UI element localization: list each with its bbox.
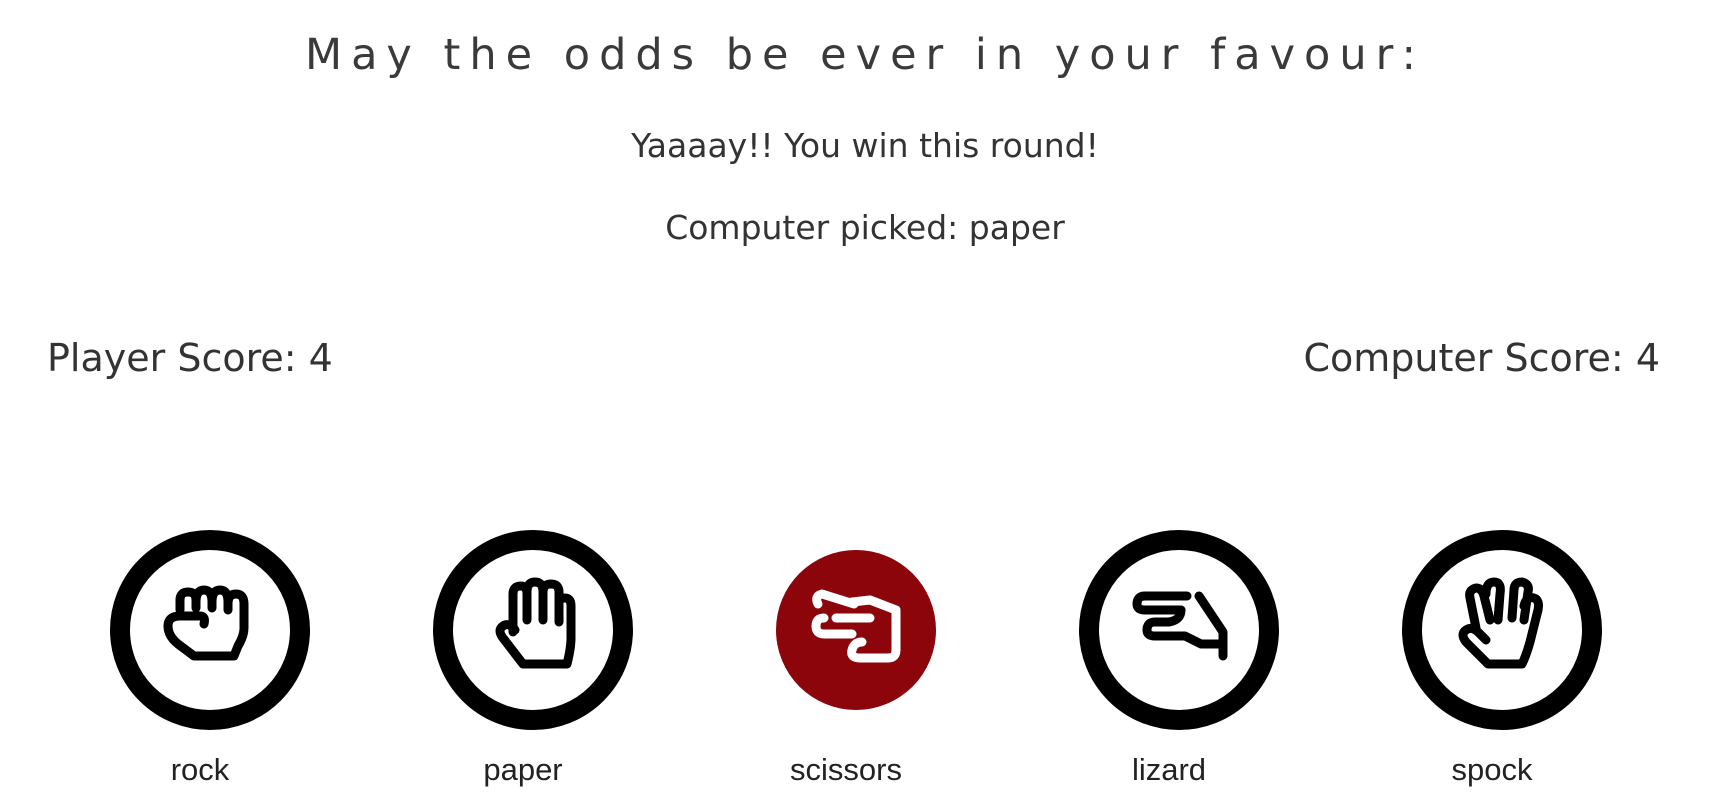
choice-scissors-label: scissors bbox=[790, 752, 902, 787]
computer-pick-value: paper bbox=[968, 208, 1065, 247]
player-score: Player Score: 4 bbox=[47, 336, 333, 380]
choice-paper-label: paper bbox=[483, 752, 563, 787]
choice-lizard-label: lizard bbox=[1131, 752, 1207, 787]
computer-score-value: 4 bbox=[1635, 336, 1660, 380]
lizard-hand-icon bbox=[1132, 591, 1228, 661]
computer-score-label: Computer Score: bbox=[1303, 336, 1624, 380]
choice-rock-label: rock bbox=[170, 752, 230, 787]
player-score-value: 4 bbox=[308, 336, 333, 380]
page-heading: May the odds be ever in your favour: bbox=[304, 30, 1426, 80]
round-result-message: Yaaaay!! You win this round! bbox=[631, 126, 1099, 165]
scissors-hand-icon bbox=[811, 589, 901, 663]
computer-pick-label: Computer picked: bbox=[665, 208, 959, 247]
choice-spock-label: spock bbox=[1451, 752, 1533, 787]
player-score-label: Player Score: bbox=[47, 336, 297, 380]
computer-pick-line: Computer picked: paper bbox=[0, 208, 1730, 247]
choice-scissors-button[interactable]: scissors bbox=[746, 520, 966, 808]
spock-hand-icon bbox=[1458, 577, 1543, 669]
computer-score: Computer Score: 4 bbox=[1304, 336, 1661, 380]
paper-hand-icon bbox=[495, 577, 576, 669]
choice-lizard-button[interactable]: lizard bbox=[1069, 520, 1289, 808]
choice-rock-button[interactable]: rock bbox=[100, 520, 320, 808]
rock-hand-icon bbox=[163, 585, 249, 661]
choice-paper-button[interactable]: paper bbox=[423, 520, 643, 808]
choice-spock-button[interactable]: spock bbox=[1392, 520, 1612, 808]
